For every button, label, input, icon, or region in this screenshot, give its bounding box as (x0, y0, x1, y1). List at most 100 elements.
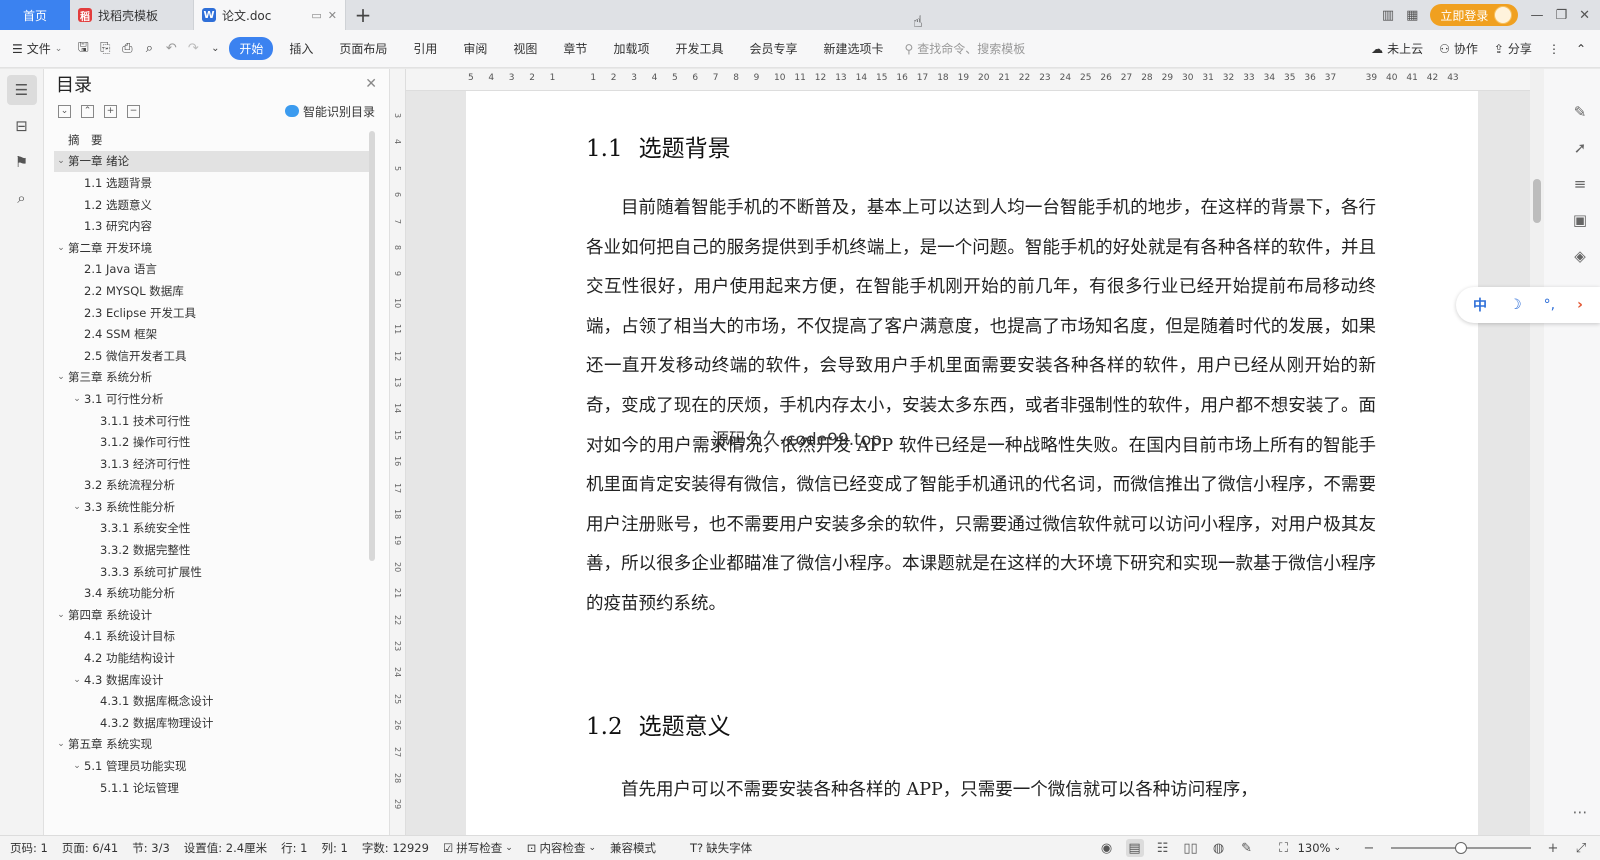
toc-item[interactable]: 2.4 SSM 框架 (54, 323, 374, 345)
tab-home[interactable]: 首页 (0, 0, 70, 30)
punctuation-icon[interactable]: °, (1544, 297, 1555, 313)
status-page[interactable]: 页面: 6/41 (62, 840, 118, 856)
scroll-thumb[interactable] (1533, 179, 1541, 223)
web-view-icon[interactable]: ◍ (1210, 839, 1228, 857)
toc-item[interactable]: ⌄ 5.1 管理员功能实现 (54, 755, 374, 777)
close-icon[interactable]: ✕ (365, 76, 377, 92)
toc-item[interactable]: 1.3 研究内容 (54, 215, 374, 237)
toc-item[interactable]: ⌄ 第四章 系统设计 (54, 604, 374, 626)
document-page[interactable]: 1.1 选题背景 目前随着智能手机的不断普及，基本上可以达到人均一台智能手机的地步… (466, 91, 1478, 835)
status-col[interactable]: 列: 1 (321, 840, 347, 856)
chevron-down-icon[interactable]: ⌄ (54, 156, 68, 166)
toc-panel-icon[interactable]: ☰ (6, 75, 37, 105)
collapse-all-icon[interactable]: ⌃ (81, 104, 94, 118)
ribbon-tab-developer[interactable]: 开发工具 (665, 37, 733, 60)
file-menu-button[interactable]: ☰ 文件 ⌄ (12, 40, 62, 57)
location-icon[interactable]: ◈ (1568, 244, 1592, 268)
toc-item[interactable]: ⌄ 4.3 数据库设计 (54, 669, 374, 691)
toc-item[interactable]: 3.1.1 技术可行性 (54, 410, 374, 432)
chevron-down-icon[interactable]: ⌄ (70, 502, 84, 512)
toc-item[interactable]: 1.2 选题意义 (54, 194, 374, 216)
toc-item[interactable]: 摘 要 (54, 129, 374, 151)
toc-scrollbar[interactable] (369, 131, 375, 561)
toc-item[interactable]: ⌄ 3.3 系统性能分析 (54, 496, 374, 518)
ribbon-tab-page-layout[interactable]: 页面布局 (329, 37, 397, 60)
apps-grid-icon[interactable]: ▦ (1406, 8, 1418, 23)
minimize-icon[interactable]: — (1530, 8, 1543, 23)
collapse-ribbon-icon[interactable]: ⌃ (1576, 42, 1586, 56)
undo-icon[interactable]: ↶ (160, 38, 182, 60)
chevron-down-icon[interactable]: ⌄ (70, 761, 84, 771)
toc-item[interactable]: 4.3.1 数据库概念设计 (54, 690, 374, 712)
toc-item[interactable]: 4.3.2 数据库物理设计 (54, 712, 374, 734)
toc-item[interactable]: 1.1 选题背景 (54, 172, 374, 194)
fit-page-icon[interactable]: ⛶ (1275, 839, 1293, 857)
ribbon-tab-new[interactable]: 新建选项卡 (813, 37, 893, 60)
ime-language[interactable]: 中 (1473, 295, 1487, 315)
toc-item[interactable]: 3.1.3 经济可行性 (54, 453, 374, 475)
toc-item[interactable]: 3.4 系统功能分析 (54, 582, 374, 604)
settings-sliders-icon[interactable]: ≡ (1568, 172, 1592, 196)
outline-view-icon[interactable]: ☷ (1154, 839, 1172, 857)
read-view-icon[interactable]: ▯▯ (1182, 839, 1200, 857)
toc-item[interactable]: 3.3.1 系统安全性 (54, 518, 374, 540)
fullscreen-icon[interactable]: ⤢ (1572, 839, 1590, 857)
missing-font-button[interactable]: T? 缺失字体 (690, 840, 752, 856)
zoom-out-icon[interactable]: − (1360, 839, 1378, 857)
navigation-icon[interactable]: ⊟ (7, 111, 37, 141)
close-tab-icon[interactable]: ✕ (328, 9, 337, 22)
ribbon-tab-references[interactable]: 引用 (403, 37, 447, 60)
toc-item[interactable]: 3.3.2 数据完整性 (54, 539, 374, 561)
new-tab-button[interactable]: + (346, 0, 380, 30)
status-word-count[interactable]: 字数: 12929 (362, 840, 429, 856)
status-row[interactable]: 行: 1 (281, 840, 307, 856)
toc-item[interactable]: ⌄ 第五章 系统实现 (54, 734, 374, 756)
chevron-down-icon[interactable]: ⌄ (54, 739, 68, 749)
ribbon-tab-insert[interactable]: 插入 (279, 37, 323, 60)
export-pdf-icon[interactable]: ⎘ (94, 38, 116, 60)
tab-thesis-doc[interactable]: W 论文.doc ▭ ✕ (194, 0, 346, 30)
redo-icon[interactable]: ↷ (182, 38, 204, 60)
remove-heading-icon[interactable]: − (127, 104, 140, 118)
tab-daoke-templates[interactable]: 稻 找稻壳模板 (70, 0, 194, 30)
toc-item[interactable]: 3.1.2 操作可行性 (54, 431, 374, 453)
select-pointer-icon[interactable]: ➚ (1568, 136, 1592, 160)
share-button[interactable]: ⇪ 分享 (1494, 40, 1532, 57)
more-icon[interactable]: ⋮ (1548, 42, 1560, 56)
command-search[interactable]: ⚲ 查找命令、搜索模板 (905, 40, 1026, 57)
toc-item[interactable]: 2.2 MYSQL 数据库 (54, 280, 374, 302)
toc-item[interactable]: ⌄ 3.1 可行性分析 (54, 388, 374, 410)
page-view-icon[interactable]: ▤ (1125, 839, 1144, 857)
customize-toolbar-icon[interactable]: ⌄ (204, 38, 226, 60)
ribbon-tab-member[interactable]: 会员专享 (739, 37, 807, 60)
ribbon-tab-addins[interactable]: 加载项 (603, 37, 659, 60)
chevron-down-icon[interactable]: ⌄ (54, 243, 68, 253)
bookmark-icon[interactable]: ⚑ (7, 147, 37, 177)
chevron-down-icon[interactable]: ⌄ (70, 675, 84, 685)
toc-item[interactable]: 2.5 微信开发者工具 (54, 345, 374, 367)
toc-item[interactable]: ⌄ 第一章 绪论 (54, 150, 374, 173)
write-mode-icon[interactable]: ✎ (1238, 839, 1256, 857)
status-page-num[interactable]: 页码: 1 (10, 840, 48, 856)
zoom-slider[interactable] (1391, 842, 1531, 854)
collaborate-button[interactable]: ⚇ 协作 (1439, 40, 1478, 57)
print-preview-icon[interactable]: ⌕ (138, 38, 160, 60)
moon-icon[interactable]: ☽ (1509, 297, 1522, 313)
smart-toc-button[interactable]: 智能识别目录 (284, 103, 375, 120)
vertical-scrollbar[interactable] (1530, 69, 1544, 835)
ribbon-tab-chapter[interactable]: 章节 (553, 37, 597, 60)
input-method-bar[interactable]: 中 ☽ °, › (1456, 287, 1600, 323)
chevron-down-icon[interactable]: ⌄ (54, 610, 68, 620)
status-section[interactable]: 节: 3/3 (132, 840, 170, 856)
spell-check-button[interactable]: ☑ 拼写检查 ⌄ (443, 840, 513, 856)
save-icon[interactable]: 🖫 (72, 38, 94, 60)
pin-tab-icon[interactable]: ▭ (311, 9, 321, 22)
pen-icon[interactable]: ✎ (1568, 100, 1592, 124)
ribbon-tab-view[interactable]: 视图 (503, 37, 547, 60)
compat-mode[interactable]: 兼容模式 (610, 840, 656, 856)
toc-item[interactable]: ⌄ 第二章 开发环境 (54, 237, 374, 259)
cloud-status-button[interactable]: ☁ 未上云 (1371, 40, 1423, 57)
chevron-down-icon[interactable]: ⌄ (70, 394, 84, 404)
zoom-slider-knob[interactable] (1455, 842, 1467, 854)
add-heading-icon[interactable]: + (104, 104, 117, 118)
